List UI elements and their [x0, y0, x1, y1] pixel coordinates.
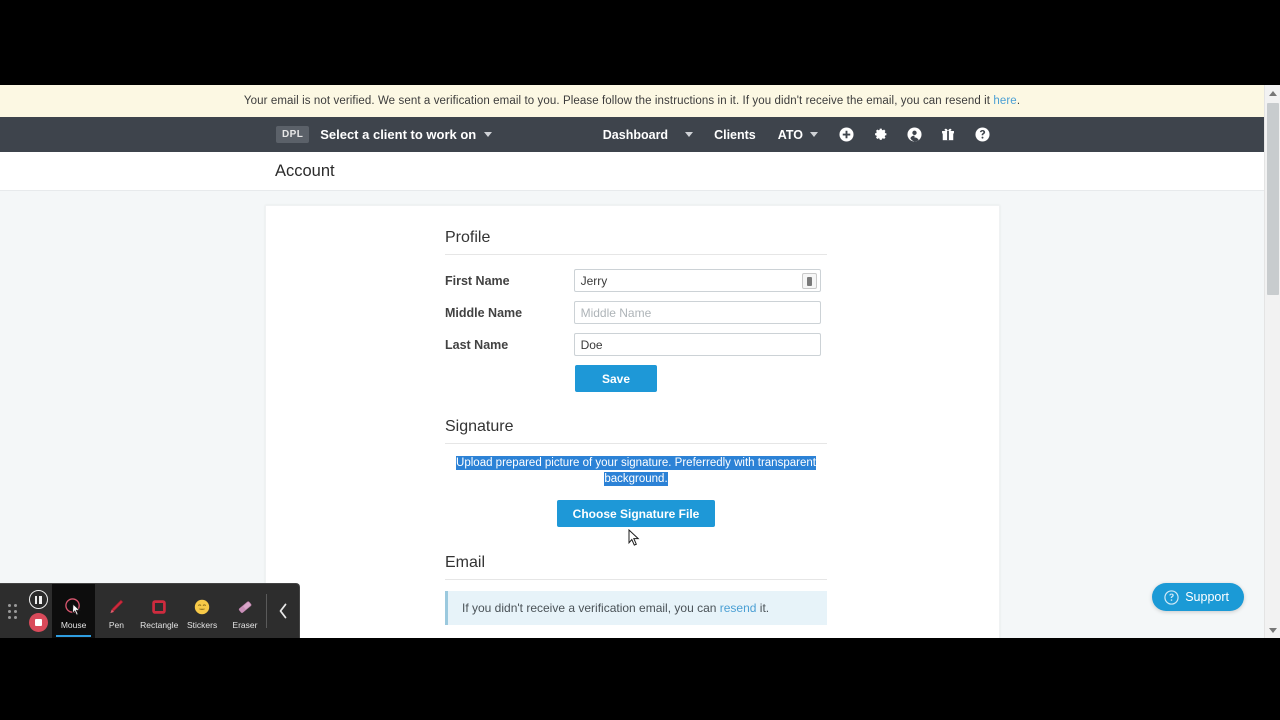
last-name-row: Last Name Doe	[445, 333, 821, 356]
nav-item-clients-label: Clients	[714, 127, 756, 142]
screen-recorder-toolbar: Mouse Pen Rectangle Stickers Eraser	[0, 583, 300, 638]
middle-name-placeholder: Middle Name	[580, 305, 652, 320]
tool-eraser[interactable]: Eraser	[224, 584, 267, 638]
middle-name-row: Middle Name Middle Name	[445, 301, 821, 324]
scroll-up-arrow-icon[interactable]	[1265, 85, 1280, 101]
scroll-down-arrow-icon[interactable]	[1265, 622, 1280, 638]
tool-stickers-label: Stickers	[186, 619, 218, 630]
save-button[interactable]: Save	[575, 365, 657, 392]
email-section-heading: Email	[445, 554, 827, 580]
account-form: Profile First Name Jerry Middle Name Mid…	[266, 206, 827, 638]
tool-rectangle[interactable]: Rectangle	[138, 584, 181, 638]
browser-viewport: Your email is not verified. We sent a ve…	[0, 85, 1280, 638]
nav-item-ato[interactable]: ATO	[767, 117, 829, 152]
plus-circle-icon[interactable]	[829, 117, 863, 152]
pause-recording-button[interactable]	[28, 590, 48, 609]
question-circle-icon	[1164, 589, 1179, 605]
first-name-input[interactable]: Jerry	[573, 269, 821, 292]
rectangle-icon	[150, 596, 168, 618]
tool-mouse-label: Mouse	[60, 619, 87, 630]
chevron-down-icon	[484, 132, 493, 137]
middle-name-input[interactable]: Middle Name	[573, 301, 821, 324]
screen-letterbox: Your email is not verified. We sent a ve…	[0, 0, 1280, 720]
chevron-down-icon	[685, 132, 694, 137]
chevron-left-icon	[279, 603, 287, 619]
nav-item-clients[interactable]: Clients	[703, 117, 767, 152]
tool-stickers[interactable]: Stickers	[181, 584, 224, 638]
profile-section-heading: Profile	[445, 229, 827, 255]
signature-description: Upload prepared picture of your signatur…	[445, 455, 827, 487]
support-button-label: Support	[1185, 590, 1229, 604]
last-name-input[interactable]: Doe	[573, 333, 821, 356]
signature-actions: Choose Signature File	[445, 500, 827, 527]
banner-resend-link[interactable]: here	[993, 95, 1016, 107]
signature-section: Signature Upload prepared picture of you…	[445, 418, 827, 527]
banner-suffix: .	[1016, 95, 1021, 107]
page-title: Account	[275, 161, 335, 180]
page-header: Account	[0, 152, 1264, 191]
tool-rectangle-label: Rectangle	[140, 619, 179, 630]
recorder-controls	[24, 584, 52, 638]
tool-mouse[interactable]: Mouse	[52, 584, 95, 638]
first-name-label: First Name	[445, 273, 510, 288]
mouse-cursor-icon	[64, 596, 83, 618]
sticker-smiley-icon	[193, 596, 211, 618]
password-manager-icon[interactable]	[802, 273, 817, 289]
nav-item-dashboard-caret[interactable]	[679, 117, 703, 152]
signature-section-heading: Signature	[445, 418, 827, 444]
client-selector[interactable]: Select a client to work on	[320, 127, 493, 142]
client-selector-label: Select a client to work on	[320, 127, 477, 142]
gift-icon[interactable]	[931, 117, 965, 152]
user-circle-icon[interactable]	[897, 117, 931, 152]
navbar-right-group: Dashboard Clients ATO	[592, 117, 999, 152]
profile-actions: Save	[575, 365, 821, 392]
nav-item-ato-label: ATO	[777, 127, 803, 142]
alert-suffix-text: it.	[756, 601, 770, 615]
last-name-value: Doe	[580, 337, 603, 352]
first-name-row: First Name Jerry	[445, 269, 821, 292]
pen-icon	[107, 596, 125, 618]
choose-signature-file-button[interactable]: Choose Signature File	[556, 500, 716, 527]
first-name-value: Jerry	[580, 273, 608, 288]
toolbar-drag-handle[interactable]	[0, 584, 24, 638]
email-verification-banner: Your email is not verified. We sent a ve…	[0, 85, 1264, 117]
collapse-toolbar-button[interactable]	[267, 584, 299, 638]
top-navigation-bar: DPL Select a client to work on Dashboard…	[0, 117, 1264, 152]
chevron-down-icon	[810, 132, 818, 137]
nav-item-dashboard[interactable]: Dashboard	[592, 117, 679, 152]
middle-name-label: Middle Name	[445, 305, 523, 320]
nav-item-dashboard-label: Dashboard	[602, 127, 669, 142]
tool-pen-label: Pen	[108, 619, 124, 630]
eraser-icon	[236, 596, 254, 618]
support-button[interactable]: Support	[1152, 583, 1244, 611]
tool-pen[interactable]: Pen	[95, 584, 138, 638]
last-name-label: Last Name	[445, 337, 509, 352]
gear-icon[interactable]	[863, 117, 897, 152]
banner-text: Your email is not verified. We sent a ve…	[243, 95, 994, 107]
page-scrollbar[interactable]	[1264, 85, 1280, 638]
signature-description-text: Upload prepared picture of your signatur…	[456, 456, 816, 486]
scrollbar-thumb[interactable]	[1267, 103, 1279, 295]
navbar-left-group: DPL Select a client to work on	[276, 126, 493, 143]
alert-prefix-text: If you didn't receive a verification ema…	[462, 601, 720, 615]
resend-link[interactable]: resend	[720, 601, 757, 615]
question-circle-icon[interactable]	[965, 117, 999, 152]
email-section: Email If you didn't receive a verificati…	[445, 554, 827, 638]
account-settings-card: Profile First Name Jerry Middle Name Mid…	[265, 205, 1000, 638]
tool-eraser-label: Eraser	[232, 619, 258, 630]
resend-verification-alert: If you didn't receive a verification ema…	[445, 591, 827, 625]
stop-recording-button[interactable]	[28, 613, 48, 632]
dpl-badge: DPL	[276, 126, 310, 143]
